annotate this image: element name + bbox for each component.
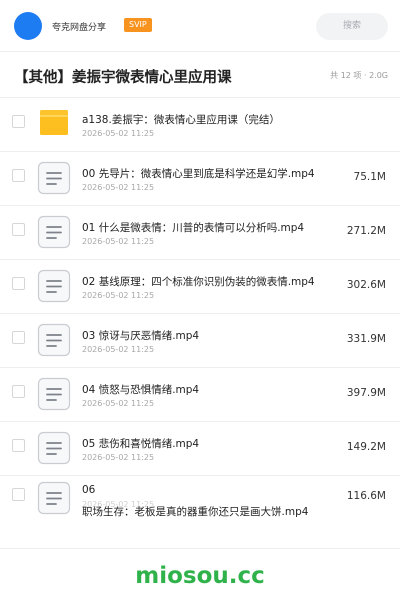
list-item[interactable]: 01 什么是微表情：川普的表情可以分析吗.mp4 2026-05-02 11:2… xyxy=(0,206,400,260)
file-size: 271.2M xyxy=(346,225,386,237)
list-item[interactable]: 04 愤怒与恐惧情绪.mp4 2026-05-02 11:25 397.9M xyxy=(0,368,400,422)
file-size: 331.9M xyxy=(346,333,386,345)
top-bar: 夸克网盘分享 SVIP 搜索 xyxy=(0,0,400,52)
site-watermark: miosou.cc xyxy=(135,563,265,589)
list-item[interactable]: 00 先导片：微表情心里到底是科学还是幻学.mp4 2026-05-02 11:… xyxy=(0,152,400,206)
document-icon xyxy=(37,481,71,515)
list-item[interactable]: 06 2026-05-02 11:25 职场生存：老板是真的器重你还只是画大饼.… xyxy=(0,476,400,518)
file-size: 149.2M xyxy=(346,441,386,453)
row-checkbox[interactable] xyxy=(12,488,25,501)
file-name: 05 悲伤和喜悦情绪.mp4 xyxy=(82,438,200,450)
row-checkbox[interactable] xyxy=(12,223,25,236)
document-icon xyxy=(37,161,71,195)
file-name: 01 什么是微表情：川普的表情可以分析吗.mp4 xyxy=(82,222,305,234)
file-date: 2026-05-02 11:25 xyxy=(82,291,155,300)
row-checkbox[interactable] xyxy=(12,385,25,398)
file-date: 2026-05-02 11:25 xyxy=(82,453,155,462)
document-icon xyxy=(37,431,71,465)
sharer-name: 夸克网盘分享 xyxy=(52,23,107,33)
document-icon xyxy=(37,323,71,357)
file-name-continued: 职场生存：老板是真的器重你还只是画大饼.mp4 xyxy=(82,506,309,518)
file-name: 00 先导片：微表情心里到底是科学还是幻学.mp4 xyxy=(82,168,315,180)
row-checkbox[interactable] xyxy=(12,169,25,182)
search-input[interactable]: 搜索 xyxy=(316,13,388,40)
file-name: 06 xyxy=(82,484,96,496)
list-item[interactable]: a138.姜振宇：微表情心里应用课（完结） 2026-05-02 11:25 xyxy=(0,98,400,152)
file-name: 02 基线原理：四个标准你识别伪装的微表情.mp4 xyxy=(82,276,315,288)
row-checkbox[interactable] xyxy=(12,439,25,452)
row-checkbox[interactable] xyxy=(12,331,25,344)
file-name: 03 惊讶与厌恶情绪.mp4 xyxy=(82,330,200,342)
folder-icon xyxy=(40,110,68,135)
avatar[interactable] xyxy=(14,12,42,40)
page-title: 【其他】姜振宇微表情心里应用课 xyxy=(14,70,232,86)
document-icon xyxy=(37,215,71,249)
file-size: 397.9M xyxy=(346,387,386,399)
file-date: 2026-05-02 11:25 xyxy=(82,237,155,246)
document-icon xyxy=(37,377,71,411)
file-date: 2026-05-02 11:25 xyxy=(82,399,155,408)
item-count: 共 12 项 · 2.0G xyxy=(330,71,388,80)
row-checkbox[interactable] xyxy=(12,277,25,290)
list-item[interactable]: 02 基线原理：四个标准你识别伪装的微表情.mp4 2026-05-02 11:… xyxy=(0,260,400,314)
file-date: 2026-05-02 11:25 xyxy=(82,345,155,354)
file-name: a138.姜振宇：微表情心里应用课（完结） xyxy=(82,114,280,126)
file-date: 2026-05-02 11:25 xyxy=(82,129,155,138)
list-item[interactable]: 03 惊讶与厌恶情绪.mp4 2026-05-02 11:25 331.9M xyxy=(0,314,400,368)
vip-badge: SVIP xyxy=(124,18,152,32)
list-item[interactable]: 05 悲伤和喜悦情绪.mp4 2026-05-02 11:25 149.2M xyxy=(0,422,400,476)
folder-header: 【其他】姜振宇微表情心里应用课 共 12 项 · 2.0G xyxy=(0,52,400,98)
file-size: 116.6M xyxy=(346,490,386,502)
file-list: a138.姜振宇：微表情心里应用课（完结） 2026-05-02 11:25 0… xyxy=(0,98,400,518)
file-size: 75.1M xyxy=(353,171,386,183)
document-icon xyxy=(37,269,71,303)
row-checkbox[interactable] xyxy=(12,115,25,128)
file-size: 302.6M xyxy=(346,279,386,291)
file-name: 04 愤怒与恐惧情绪.mp4 xyxy=(82,384,200,396)
file-date: 2026-05-02 11:25 xyxy=(82,183,155,192)
divider xyxy=(0,548,400,549)
